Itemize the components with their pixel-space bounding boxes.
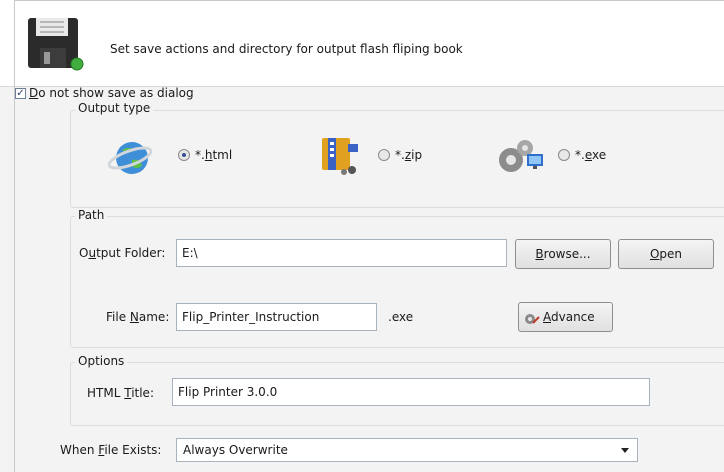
zip-option-label[interactable]: *.zip: [395, 148, 422, 162]
dont-show-label[interactable]: Do not show save as dialog: [29, 86, 194, 100]
output-folder-input[interactable]: E:\: [176, 239, 507, 267]
html-option-label[interactable]: *.html: [195, 148, 232, 162]
chevron-down-icon: [621, 448, 629, 453]
gears-exe-icon: [495, 134, 545, 178]
html-title-input[interactable]: Flip Printer 3.0.0: [172, 378, 650, 406]
when-file-exists-label: When File Exists:: [60, 443, 162, 457]
when-file-exists-select[interactable]: Always Overwrite: [176, 438, 638, 462]
header-description: Set save actions and directory for outpu…: [110, 42, 463, 56]
html-radio[interactable]: [178, 149, 190, 161]
path-label: Path: [75, 208, 108, 222]
exe-radio[interactable]: [558, 149, 570, 161]
browse-button[interactable]: Browse...: [515, 239, 611, 269]
globe-icon: [107, 138, 154, 178]
open-button[interactable]: Open: [618, 239, 714, 269]
file-name-label: File Name:: [106, 310, 170, 324]
file-extension: .exe: [388, 310, 414, 324]
exe-option-label[interactable]: *.exe: [575, 148, 606, 162]
floppy-disk-icon: [26, 16, 86, 72]
html-title-label: HTML Title:: [87, 386, 154, 400]
zip-archive-icon: [318, 134, 362, 178]
zip-radio[interactable]: [378, 149, 390, 161]
file-name-input[interactable]: Flip_Printer_Instruction: [176, 303, 377, 331]
when-file-exists-value: Always Overwrite: [183, 443, 288, 457]
advance-button[interactable]: Advance: [518, 302, 613, 332]
frame-border-left: [14, 0, 15, 472]
options-label: Options: [75, 354, 128, 368]
advance-icon: [524, 309, 540, 325]
output-folder-label: Output Folder:: [79, 246, 166, 260]
path-group: [70, 216, 724, 348]
dont-show-checkbox[interactable]: ✓: [15, 88, 26, 99]
output-type-label: Output type: [75, 101, 154, 115]
frame-border-top: [14, 0, 724, 1]
